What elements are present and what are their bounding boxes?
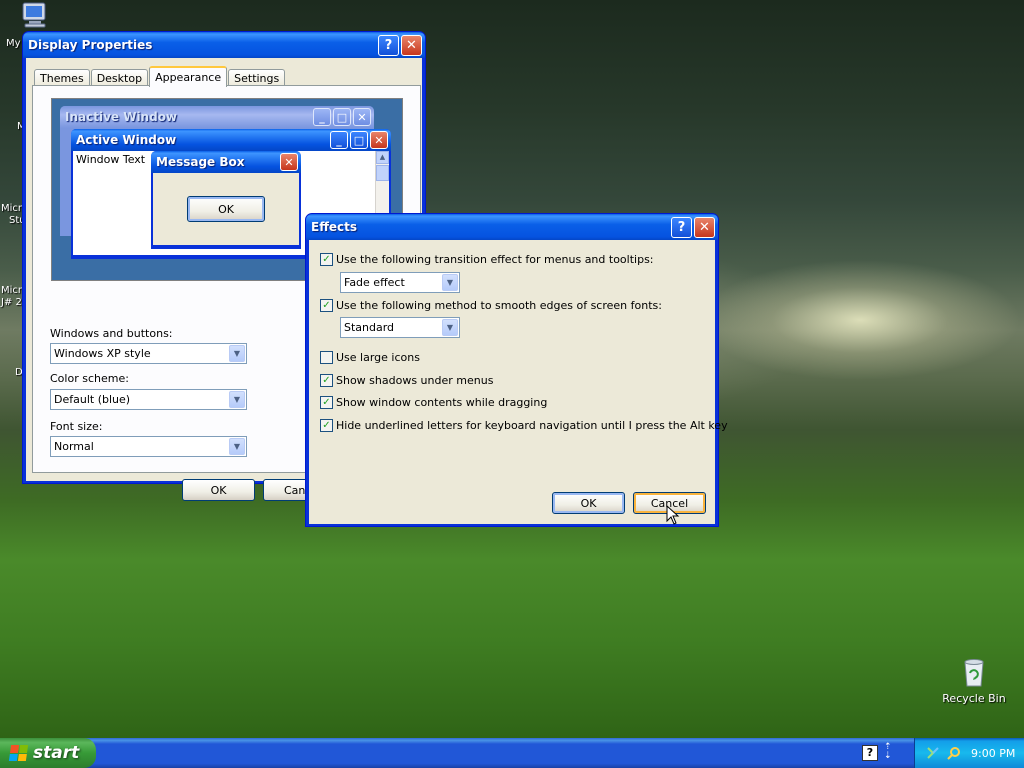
scroll-thumb bbox=[376, 165, 389, 181]
effects-titlebar[interactable]: Effects ? ✕ bbox=[306, 214, 718, 240]
font-size-value: Normal bbox=[54, 440, 94, 453]
close-icon: ✕ bbox=[353, 108, 371, 126]
system-tray: 9:00 PM bbox=[914, 738, 1024, 768]
effects-client: ✓ Use the following transition effect fo… bbox=[309, 240, 728, 525]
menu-shadows-option[interactable]: ✓ Show shadows under menus bbox=[320, 374, 493, 387]
color-scheme-value: Default (blue) bbox=[54, 393, 131, 406]
font-size-select[interactable]: Normal ▼ bbox=[50, 436, 247, 457]
scroll-arrows-icon[interactable]: ⇡ ⇣ bbox=[884, 743, 896, 763]
windows-buttons-select[interactable]: Windows XP style ▼ bbox=[50, 343, 247, 364]
tab-appearance[interactable]: Appearance bbox=[149, 66, 228, 87]
close-icon: ✕ bbox=[370, 131, 388, 149]
close-button[interactable]: ✕ bbox=[401, 34, 422, 56]
smooth-edges-option[interactable]: ✓ Use the following method to smooth edg… bbox=[320, 299, 662, 312]
close-icon: ✕ bbox=[280, 153, 298, 171]
maximize-icon: □ bbox=[350, 131, 368, 149]
preview-ok-button: OK bbox=[187, 196, 265, 222]
search-icon[interactable] bbox=[946, 745, 962, 761]
drag-contents-option[interactable]: ✓ Show window contents while dragging bbox=[320, 396, 547, 409]
menu-shadows-checkbox[interactable]: ✓ bbox=[320, 374, 333, 387]
font-size-label: Font size: bbox=[50, 420, 103, 433]
preview-message-box-title: Message Box bbox=[156, 155, 245, 169]
computer-icon bbox=[20, 2, 52, 28]
clock[interactable]: 9:00 PM bbox=[971, 747, 1015, 760]
network-icon[interactable] bbox=[925, 745, 941, 761]
drag-contents-label: Show window contents while dragging bbox=[336, 396, 548, 409]
transition-effect-label: Use the following transition effect for … bbox=[336, 253, 654, 266]
chevron-down-icon[interactable]: ▼ bbox=[229, 438, 245, 455]
color-scheme-select[interactable]: Default (blue) ▼ bbox=[50, 389, 247, 410]
menu-shadows-label: Show shadows under menus bbox=[336, 374, 494, 387]
large-icons-option[interactable]: Use large icons bbox=[320, 351, 420, 364]
hide-underlines-checkbox[interactable]: ✓ bbox=[320, 419, 333, 432]
windows-buttons-value: Windows XP style bbox=[54, 347, 151, 360]
windows-logo-icon bbox=[8, 745, 29, 761]
desktop-icon-label-fragment[interactable]: My bbox=[6, 38, 21, 49]
preview-inactive-title: Inactive Window bbox=[65, 110, 178, 124]
hide-underlines-option[interactable]: ✓ Hide underlined letters for keyboard n… bbox=[320, 419, 728, 432]
minimize-icon: _ bbox=[330, 131, 348, 149]
tab-strip: Themes Desktop Appearance Settings bbox=[34, 66, 286, 87]
chevron-down-icon[interactable]: ▼ bbox=[442, 319, 458, 336]
large-icons-label: Use large icons bbox=[336, 351, 420, 364]
transition-effect-option[interactable]: ✓ Use the following transition effect fo… bbox=[320, 253, 654, 266]
effects-dialog: Effects ? ✕ ✓ Use the following transiti… bbox=[305, 213, 728, 527]
smooth-edges-checkbox[interactable]: ✓ bbox=[320, 299, 333, 312]
smooth-edges-label: Use the following method to smooth edges… bbox=[336, 299, 662, 312]
start-label: start bbox=[33, 743, 80, 763]
preview-message-box: Message Box ✕ OK bbox=[151, 151, 301, 249]
help-button[interactable]: ? bbox=[671, 216, 692, 238]
color-scheme-label: Color scheme: bbox=[50, 372, 129, 385]
display-properties-titlebar[interactable]: Display Properties ? ✕ bbox=[23, 32, 425, 58]
recycle-bin-icon bbox=[958, 656, 990, 688]
preview-window-text: Window Text bbox=[76, 153, 146, 166]
desktop-icon-label-fragment[interactable]: J# 2 bbox=[1, 297, 22, 308]
drag-contents-checkbox[interactable]: ✓ bbox=[320, 396, 333, 409]
recycle-bin-desktop-icon[interactable]: Recycle Bin bbox=[940, 656, 1008, 705]
my-computer-desktop-icon[interactable] bbox=[20, 2, 52, 28]
minimize-icon: _ bbox=[313, 108, 331, 126]
hide-underlines-label: Hide underlined letters for keyboard nav… bbox=[336, 419, 728, 432]
windows-buttons-label: Windows and buttons: bbox=[50, 327, 173, 340]
ok-button[interactable]: OK bbox=[182, 479, 255, 501]
maximize-icon: □ bbox=[333, 108, 351, 126]
help-button[interactable]: ? bbox=[378, 34, 399, 56]
recycle-bin-label: Recycle Bin bbox=[942, 692, 1006, 705]
window-title: Display Properties bbox=[28, 38, 153, 52]
help-icon[interactable]: ? bbox=[862, 745, 878, 761]
smooth-edges-value: Standard bbox=[344, 321, 395, 334]
smooth-edges-select[interactable]: Standard ▼ bbox=[340, 317, 460, 338]
chevron-down-icon[interactable]: ▼ bbox=[442, 274, 458, 291]
chevron-down-icon[interactable]: ▼ bbox=[229, 345, 245, 362]
transition-effect-select[interactable]: Fade effect ▼ bbox=[340, 272, 460, 293]
effects-title: Effects bbox=[311, 220, 358, 234]
effects-ok-button[interactable]: OK bbox=[552, 492, 625, 514]
preview-active-title: Active Window bbox=[76, 133, 177, 147]
mouse-cursor-icon bbox=[666, 504, 680, 525]
transition-effect-value: Fade effect bbox=[344, 276, 405, 289]
chevron-down-icon[interactable]: ▼ bbox=[229, 391, 245, 408]
close-button[interactable]: ✕ bbox=[694, 216, 715, 238]
transition-effect-checkbox[interactable]: ✓ bbox=[320, 253, 333, 266]
start-button[interactable]: start bbox=[0, 738, 96, 768]
scroll-up-icon: ▲ bbox=[376, 151, 389, 164]
preview-message-box-body: OK bbox=[153, 173, 299, 245]
large-icons-checkbox[interactable] bbox=[320, 351, 333, 364]
taskbar: start ? ⇡ ⇣ 9:00 PM bbox=[0, 738, 1024, 768]
